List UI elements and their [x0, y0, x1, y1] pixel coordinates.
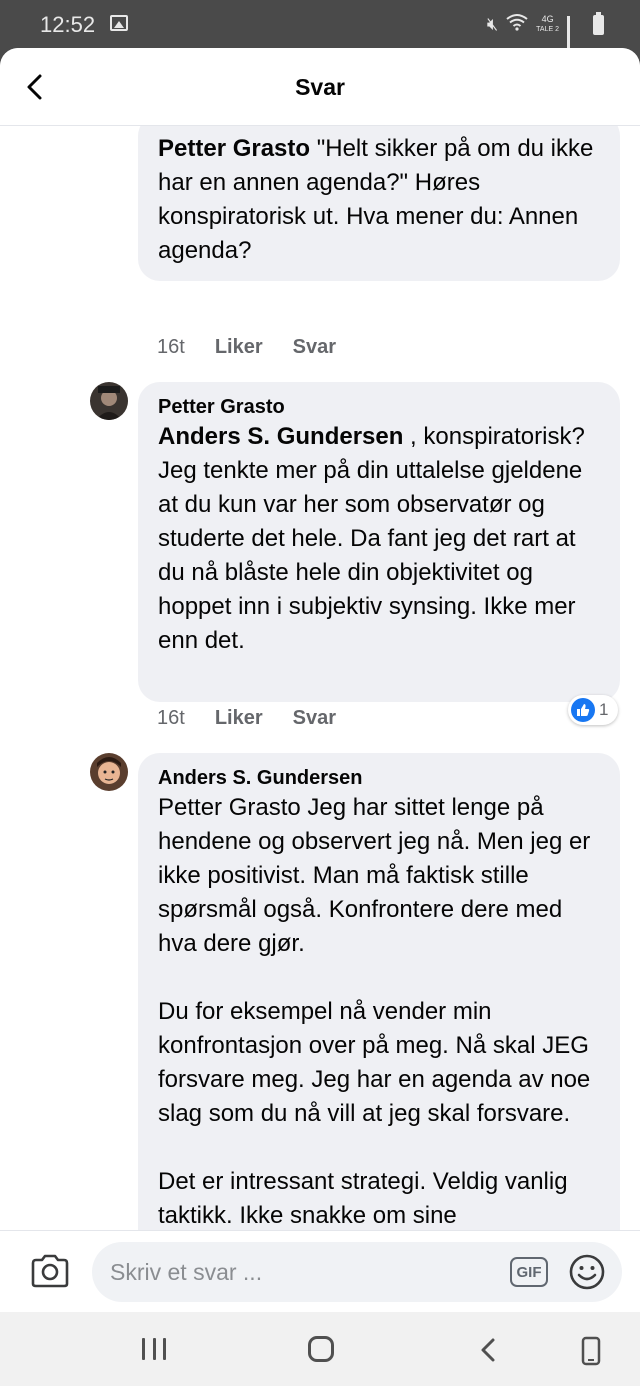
thumbs-up-icon: [571, 698, 595, 722]
comment-paragraph: Du for eksempel nå vender min konfrontas…: [158, 998, 591, 1127]
network-sub: TALE 2: [536, 26, 559, 33]
camera-icon[interactable]: [30, 1253, 70, 1289]
rotate-screen-icon[interactable]: [580, 1336, 602, 1366]
status-time: 12:52: [40, 12, 96, 37]
nav-back-icon[interactable]: [478, 1336, 498, 1364]
wifi-icon: [506, 13, 528, 36]
comment-bubble: Petter Grasto Anders S. Gundersen , kons…: [138, 382, 620, 702]
reply-button[interactable]: Svar: [293, 336, 336, 359]
network-type: 4G: [541, 14, 554, 24]
comment-paragraph: Det er intressant strategi. Veldig vanli…: [158, 1168, 568, 1229]
recent-apps-icon[interactable]: [142, 1338, 166, 1360]
emoji-icon[interactable]: [568, 1253, 606, 1291]
comment-bubble: Petter Grasto "Helt sikker på om du ikke…: [138, 126, 620, 281]
comment-author[interactable]: Petter Grasto: [158, 135, 310, 162]
comment-text: , konspiratorisk? Jeg tenkte mer på din …: [158, 423, 585, 654]
signal-icon: [567, 15, 585, 60]
comment-mention[interactable]: Anders S. Gundersen: [158, 423, 403, 450]
status-icons: 🔇︎ 4G TALE 2: [486, 11, 604, 60]
home-icon[interactable]: [308, 1336, 334, 1362]
avatar[interactable]: [90, 753, 128, 791]
comment-time: 16t: [157, 336, 185, 358]
page-title: Svar: [295, 74, 345, 100]
like-button[interactable]: Liker: [215, 707, 263, 730]
comment-bubble: Anders S. Gundersen Petter Grasto Jeg ha…: [138, 753, 620, 1230]
comment-meta: 16t Liker Svar: [157, 336, 336, 359]
gif-button[interactable]: GIF: [510, 1257, 548, 1287]
status-bar: 12:52 🔇︎ 4G TALE 2: [0, 0, 640, 60]
comment-author[interactable]: Petter Grasto: [158, 394, 600, 420]
avatar[interactable]: [90, 382, 128, 420]
comment-body: Anders S. Gundersen , konspiratorisk? Je…: [158, 420, 600, 658]
header: Svar: [0, 48, 640, 126]
mute-icon: 🔇︎: [486, 14, 499, 34]
comment-meta: 16t Liker Svar: [157, 707, 336, 730]
comment-author[interactable]: Anders S. Gundersen: [158, 765, 600, 791]
reaction-count[interactable]: 1: [568, 695, 618, 725]
system-nav-bar: [0, 1312, 640, 1386]
comment-feed[interactable]: Petter Grasto "Helt sikker på om du ikke…: [0, 126, 640, 1230]
comment-paragraph: Petter Grasto Jeg har sittet lenge på he…: [158, 794, 591, 957]
like-button[interactable]: Liker: [215, 336, 263, 359]
comment-time: 16t: [157, 707, 185, 729]
network-label: 4G TALE 2: [536, 15, 559, 34]
reaction-count-value: 1: [599, 700, 609, 719]
reply-composer: GIF: [0, 1230, 640, 1312]
gallery-notification-icon: [110, 15, 128, 31]
replies-sheet: Svar Petter Grasto "Helt sikker på om du…: [0, 48, 640, 1312]
battery-icon: [593, 11, 604, 35]
reply-button[interactable]: Svar: [293, 707, 336, 730]
